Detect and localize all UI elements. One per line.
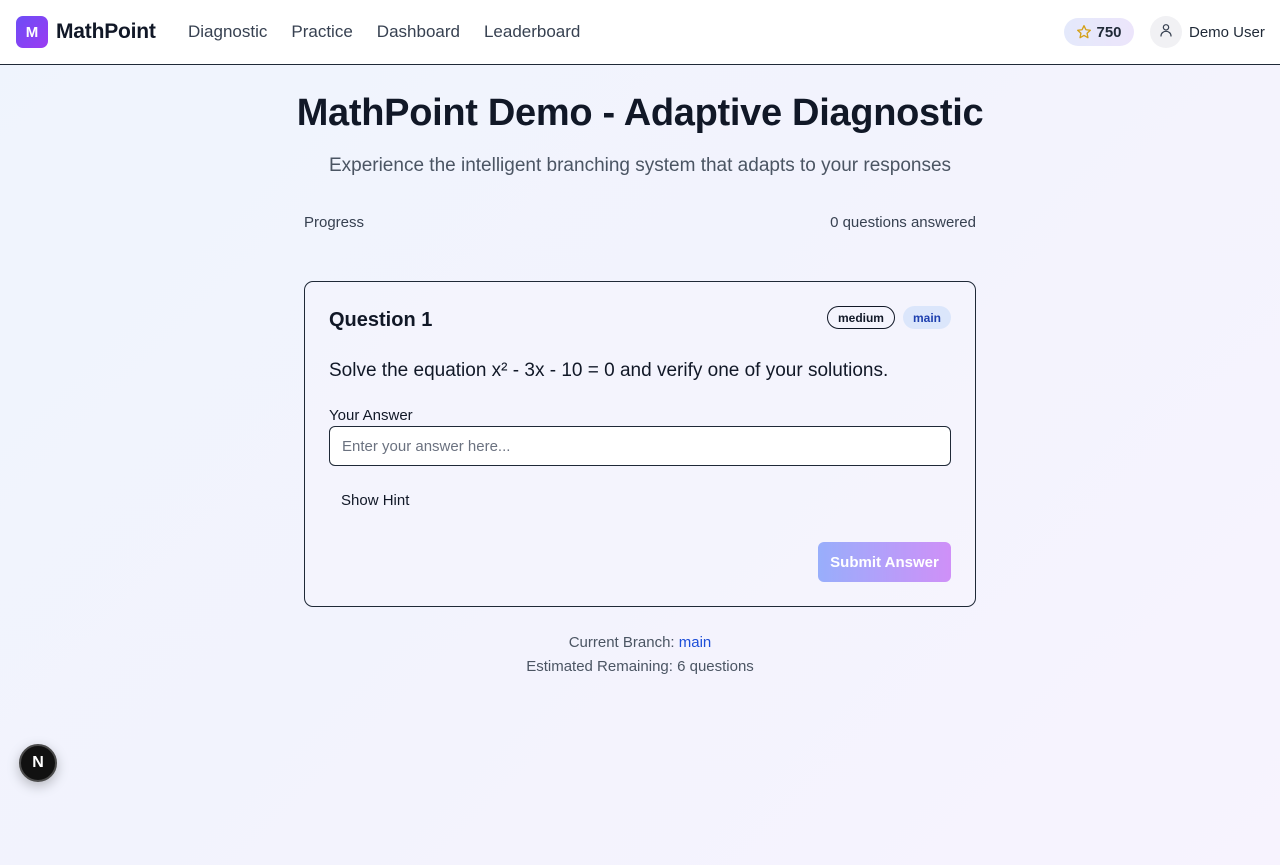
current-branch: Current Branch: main — [0, 631, 1280, 655]
page-subtitle: Experience the intelligent branching sys… — [328, 155, 952, 176]
nav-link-practice[interactable]: Practice — [291, 22, 352, 42]
current-branch-value: main — [678, 634, 712, 651]
brand-home-link[interactable]: M MathPoint — [16, 16, 156, 48]
main-nav: Diagnostic Practice Dashboard Leaderboar… — [188, 0, 580, 64]
current-branch-label: Current Branch: — [568, 634, 675, 651]
diagnostic-status: Current Branch: main Estimated Remaining… — [0, 631, 1280, 679]
show-hint-button[interactable]: Show Hint — [329, 486, 421, 514]
question-card: Question 1 medium main Solve the equatio… — [304, 281, 976, 607]
progress-label: Progress — [304, 214, 365, 231]
brand-name: MathPoint — [56, 20, 156, 43]
progress-count: 0 questions answered — [830, 214, 976, 231]
branch-badge: main — [902, 306, 951, 329]
difficulty-badge: medium — [826, 306, 895, 329]
star-icon — [1076, 24, 1092, 40]
answer-label: Your Answer — [329, 407, 413, 424]
nextjs-dev-badge[interactable]: N — [19, 744, 57, 782]
submit-answer-button[interactable]: Submit Answer — [818, 542, 951, 582]
points-value: 750 — [1096, 23, 1122, 41]
estimated-remaining: Estimated Remaining: 6 questions — [526, 658, 754, 675]
user-menu[interactable]: Demo User — [1150, 16, 1265, 48]
brand-logo: M — [16, 16, 48, 48]
nextjs-logo-icon: N — [32, 754, 44, 771]
page-title: MathPoint Demo - Adaptive Diagnostic — [296, 92, 984, 134]
question-text: Solve the equation x² - 3x - 10 = 0 and … — [329, 360, 889, 381]
points-badge: 750 — [1064, 18, 1134, 46]
user-name: Demo User — [1189, 23, 1265, 41]
nav-link-diagnostic[interactable]: Diagnostic — [188, 22, 267, 42]
question-title: Question 1 — [329, 309, 433, 331]
user-icon — [1158, 22, 1174, 43]
progress-row: Progress 0 questions answered — [304, 214, 976, 231]
question-badges: medium main — [826, 306, 951, 329]
answer-input[interactable] — [329, 426, 951, 466]
nav-link-dashboard[interactable]: Dashboard — [377, 22, 460, 42]
top-navbar: M MathPoint Diagnostic Practice Dashboar… — [0, 0, 1280, 65]
avatar — [1150, 16, 1182, 48]
nav-link-leaderboard[interactable]: Leaderboard — [484, 22, 580, 42]
